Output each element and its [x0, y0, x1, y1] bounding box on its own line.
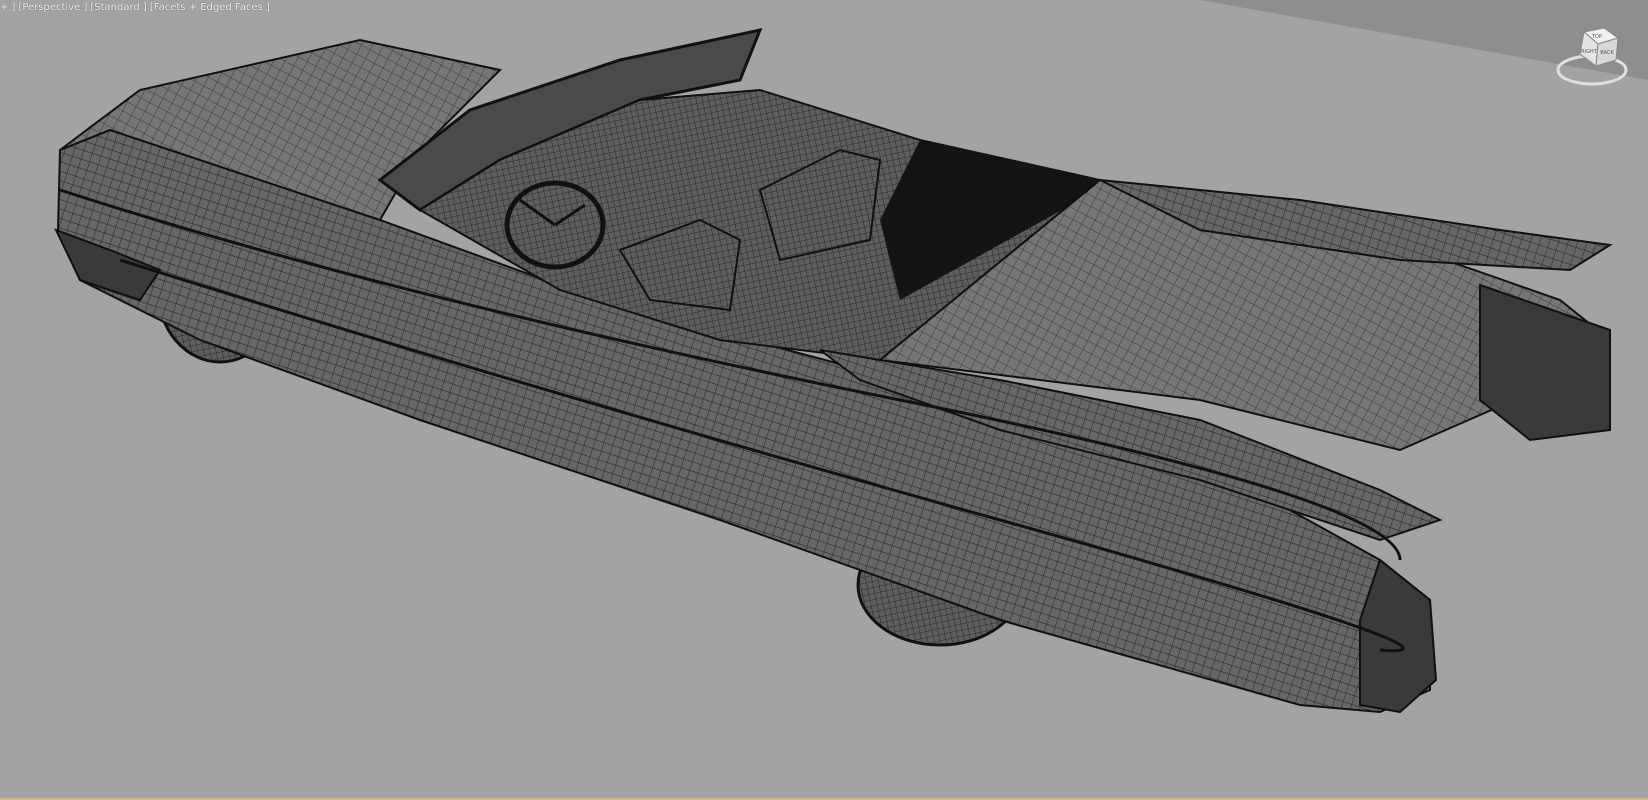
viewport-view-label[interactable]: [Perspective ] — [18, 2, 87, 13]
viewcube-icon[interactable]: TOP RIGHT BACK — [1554, 26, 1630, 88]
viewport-label-bar: + ] [Perspective ] [Standard ] [Facets +… — [0, 2, 270, 13]
viewport-display-mode-label[interactable]: [Facets + Edged Faces ] — [150, 2, 270, 13]
viewport-canvas[interactable] — [0, 0, 1648, 800]
viewport-shading-label[interactable]: [Standard ] — [90, 2, 146, 13]
viewcube-back-text: BACK — [1600, 50, 1614, 56]
3d-viewport[interactable]: + ] [Perspective ] [Standard ] [Facets +… — [0, 0, 1648, 800]
rear-bumper — [1359, 558, 1438, 714]
viewcube-top-text: TOP — [1591, 34, 1602, 40]
viewcube-right-text: RIGHT — [1581, 49, 1598, 55]
viewport-menu-button[interactable]: + ] — [0, 2, 15, 13]
car-model-wireframe — [54, 27, 1613, 714]
